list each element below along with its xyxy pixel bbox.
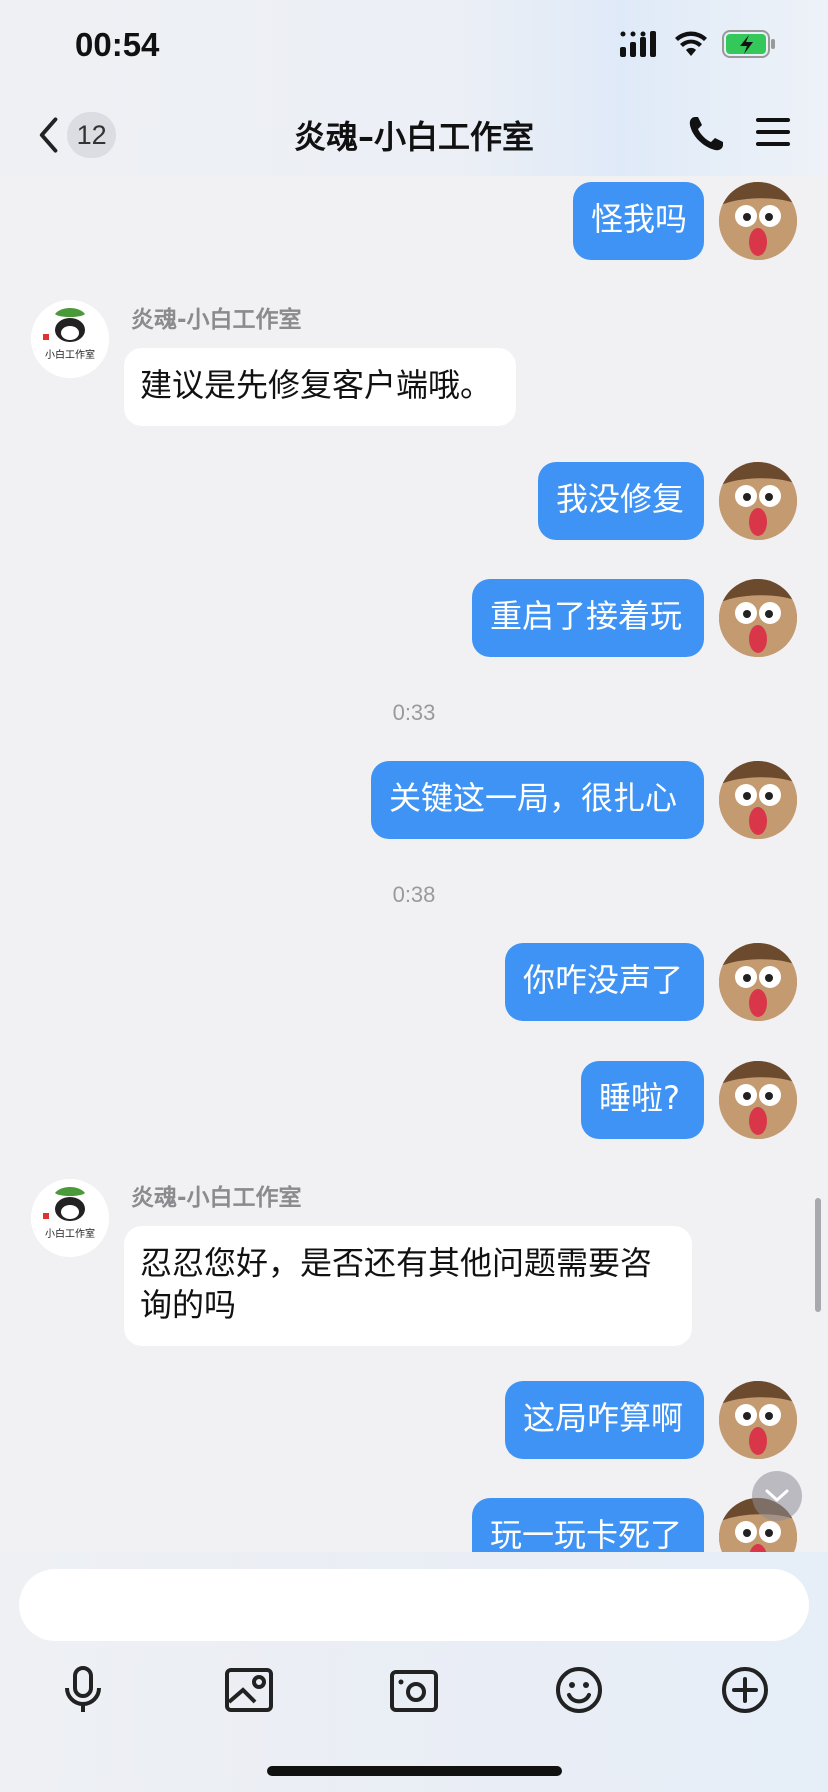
chat-area[interactable]: 怪我吗 小白工作室 炎魂-小白工作室 建议是先修复客户端哦。 我没修复 重启了接… xyxy=(0,176,828,1552)
microphone-icon[interactable] xyxy=(55,1662,111,1718)
incoming-message[interactable]: 忍忍您好，是否还有其他问题需要咨询的吗 xyxy=(124,1226,692,1346)
face-avatar-icon xyxy=(719,943,797,1021)
status-icons xyxy=(620,30,776,58)
status-time: 00:54 xyxy=(75,26,160,63)
svg-text:小白工作室: 小白工作室 xyxy=(45,348,95,361)
outgoing-message[interactable]: 关键这一局，很扎心 xyxy=(371,761,704,839)
incoming-message[interactable]: 建议是先修复客户端哦。 xyxy=(124,348,516,426)
svg-text:小白工作室: 小白工作室 xyxy=(45,1227,95,1240)
face-avatar-icon xyxy=(719,579,797,657)
scroll-to-bottom-button[interactable] xyxy=(752,1471,802,1521)
signal-icon xyxy=(620,31,656,57)
timestamp: 0:33 xyxy=(392,700,436,725)
message-input[interactable] xyxy=(19,1569,809,1641)
face-avatar-icon xyxy=(719,462,797,540)
face-avatar-icon xyxy=(719,1381,797,1459)
menu-icon[interactable] xyxy=(754,114,792,150)
status-bar: 00:54 xyxy=(0,0,828,96)
home-indicator xyxy=(267,1766,562,1776)
emoji-icon[interactable] xyxy=(551,1662,607,1718)
my-avatar[interactable] xyxy=(719,943,797,1021)
contact-avatar[interactable]: 小白工作室 xyxy=(31,300,109,378)
scrollbar[interactable] xyxy=(815,1198,821,1312)
outgoing-message[interactable]: 我没修复 xyxy=(538,462,704,540)
my-avatar[interactable] xyxy=(719,462,797,540)
face-avatar-icon xyxy=(719,182,797,260)
battery-icon xyxy=(722,30,775,58)
my-avatar[interactable] xyxy=(719,761,797,839)
my-avatar[interactable] xyxy=(719,579,797,657)
studio-logo-icon: 小白工作室 xyxy=(31,1179,109,1257)
studio-logo-icon: 小白工作室 xyxy=(31,300,109,378)
chevron-down-icon xyxy=(765,1489,789,1502)
sender-name: 炎魂-小白工作室 xyxy=(131,307,302,333)
my-avatar[interactable] xyxy=(719,1061,797,1139)
header: 00:54 12 炎魂–小白工作室 xyxy=(0,0,828,176)
outgoing-message[interactable]: 怪我吗 xyxy=(573,182,704,260)
sender-name: 炎魂-小白工作室 xyxy=(131,1185,302,1211)
input-area xyxy=(0,1552,828,1792)
outgoing-message[interactable]: 睡啦? xyxy=(581,1061,704,1139)
my-avatar[interactable] xyxy=(719,1381,797,1459)
camera-icon[interactable] xyxy=(386,1662,442,1718)
contact-avatar[interactable]: 小白工作室 xyxy=(31,1179,109,1257)
plus-icon[interactable] xyxy=(717,1662,773,1718)
outgoing-message[interactable]: 重启了接着玩 xyxy=(472,579,704,657)
face-avatar-icon xyxy=(719,1061,797,1139)
timestamp: 0:38 xyxy=(392,882,436,907)
input-toolbar xyxy=(0,1662,828,1742)
wifi-icon xyxy=(675,31,707,56)
face-avatar-icon xyxy=(719,761,797,839)
outgoing-message[interactable]: 你咋没声了 xyxy=(505,943,704,1021)
phone-icon[interactable] xyxy=(686,114,726,154)
outgoing-message[interactable]: 玩一玩卡死了 xyxy=(472,1498,704,1552)
image-icon[interactable] xyxy=(221,1662,277,1718)
my-avatar[interactable] xyxy=(719,182,797,260)
outgoing-message[interactable]: 这局咋算啊 xyxy=(505,1381,704,1459)
nav-bar: 12 炎魂–小白工作室 xyxy=(0,96,828,176)
